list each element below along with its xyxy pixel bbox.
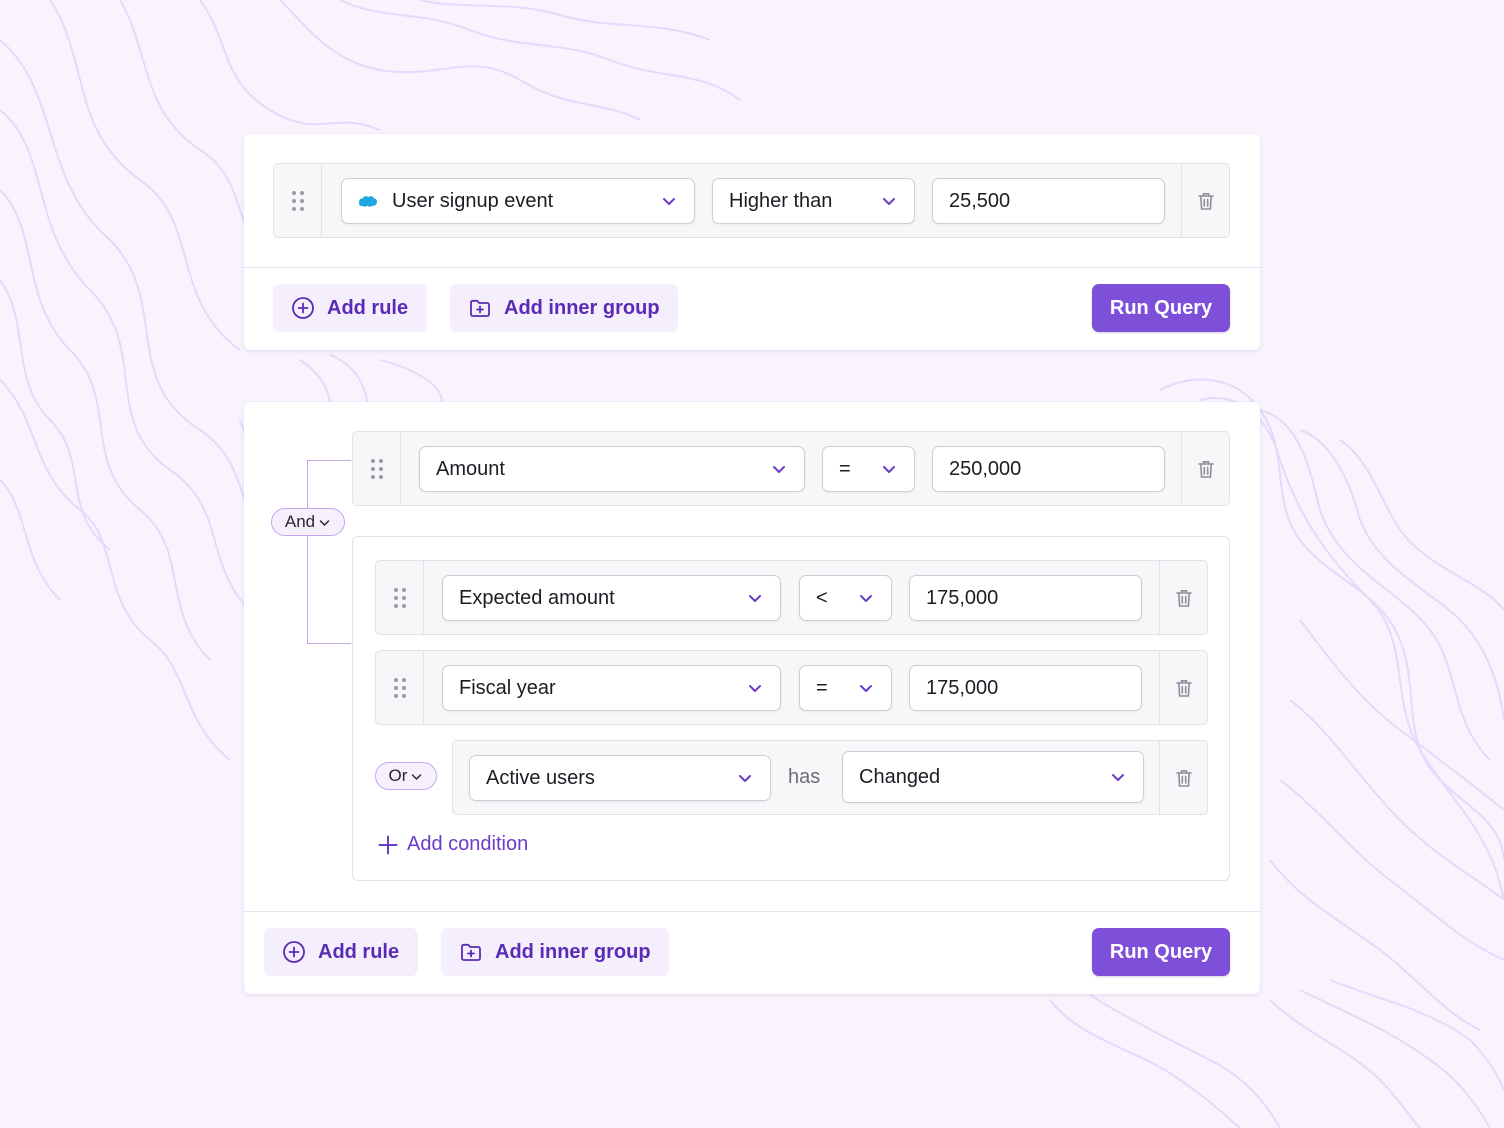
value-select-value: Changed bbox=[859, 765, 941, 788]
trash-icon bbox=[1175, 589, 1192, 607]
delete-rule-button[interactable] bbox=[1181, 432, 1229, 505]
add-inner-group-button[interactable]: Add inner group bbox=[450, 284, 678, 332]
chevron-down-icon bbox=[749, 685, 761, 692]
operator-select-value: = bbox=[816, 676, 828, 699]
plus-circle-icon bbox=[292, 297, 314, 319]
chevron-down-icon bbox=[860, 685, 872, 692]
add-rule-button[interactable]: Add rule bbox=[264, 928, 418, 976]
run-query-label: Run Query bbox=[1109, 940, 1213, 963]
add-condition-button[interactable]: Add condition bbox=[377, 833, 528, 856]
add-rule-button[interactable]: Add rule bbox=[273, 284, 427, 332]
plus-icon bbox=[378, 835, 398, 854]
rule-row: Expected amount < 175,000 bbox=[375, 560, 1208, 635]
field-select-value: Fiscal year bbox=[459, 676, 556, 699]
value-input-text: 175,000 bbox=[926, 676, 999, 699]
rule-row: Fiscal year = 175,000 bbox=[375, 650, 1208, 725]
query-builder-card-simple: User signup event Higher than 25,500 Add… bbox=[244, 134, 1260, 350]
field-select[interactable]: Amount bbox=[419, 446, 805, 492]
trash-icon bbox=[1175, 679, 1192, 697]
delete-rule-button[interactable] bbox=[1159, 741, 1207, 814]
value-input[interactable]: 25,500 bbox=[932, 178, 1165, 224]
and-combinator-select[interactable]: And bbox=[271, 508, 345, 536]
operator-select-value: < bbox=[816, 586, 828, 609]
inner-group: Expected amount < 175,000 Fiscal year = … bbox=[352, 536, 1230, 881]
field-select[interactable]: Expected amount bbox=[442, 575, 781, 621]
has-label: has bbox=[788, 766, 821, 788]
field-select[interactable]: Active users bbox=[469, 755, 771, 801]
field-select[interactable]: User signup event bbox=[341, 178, 695, 224]
operator-select-value: = bbox=[839, 457, 851, 480]
and-combinator-label: And bbox=[284, 512, 316, 531]
field-select-value: Expected amount bbox=[459, 586, 615, 609]
chevron-down-icon bbox=[1112, 774, 1124, 781]
value-input-text: 250,000 bbox=[949, 457, 1022, 480]
chevron-down-icon bbox=[773, 466, 785, 473]
operator-select-value: Higher than bbox=[729, 189, 833, 212]
rule-row-or: Active users has Changed bbox=[452, 740, 1208, 815]
operator-select[interactable]: Higher than bbox=[712, 178, 915, 224]
chevron-down-icon bbox=[860, 595, 872, 602]
drag-handle-icon[interactable] bbox=[376, 651, 424, 724]
delete-rule-button[interactable] bbox=[1159, 651, 1207, 724]
card-divider bbox=[244, 911, 1260, 912]
add-inner-group-label: Add inner group bbox=[495, 940, 651, 963]
add-rule-label: Add rule bbox=[327, 296, 409, 319]
chevron-down-icon bbox=[663, 198, 675, 205]
rule-row: Amount = 250,000 bbox=[352, 431, 1230, 506]
chevron-down-icon bbox=[412, 773, 422, 780]
add-condition-label: Add condition bbox=[407, 833, 529, 855]
run-query-button[interactable]: Run Query bbox=[1092, 928, 1230, 976]
field-select[interactable]: Fiscal year bbox=[442, 665, 781, 711]
trash-icon bbox=[1197, 460, 1214, 478]
delete-rule-button[interactable] bbox=[1159, 561, 1207, 634]
value-input-text: 175,000 bbox=[926, 586, 999, 609]
or-combinator-label: Or bbox=[388, 766, 408, 785]
field-select-value: Amount bbox=[436, 457, 505, 480]
value-input[interactable]: 175,000 bbox=[909, 665, 1142, 711]
chevron-down-icon bbox=[883, 466, 895, 473]
value-select[interactable]: Changed bbox=[842, 751, 1144, 803]
operator-select[interactable]: = bbox=[822, 446, 915, 492]
trash-icon bbox=[1175, 769, 1192, 787]
rule-row: User signup event Higher than 25,500 bbox=[273, 163, 1230, 238]
run-query-button[interactable]: Run Query bbox=[1092, 284, 1230, 332]
operator-select[interactable]: < bbox=[799, 575, 892, 621]
chevron-down-icon bbox=[749, 595, 761, 602]
plus-circle-icon bbox=[283, 941, 305, 963]
add-inner-group-button[interactable]: Add inner group bbox=[441, 928, 669, 976]
add-rule-label: Add rule bbox=[318, 940, 400, 963]
value-input[interactable]: 250,000 bbox=[932, 446, 1165, 492]
query-builder-card-grouped: And Amount = 250,000 Expected amount < 1… bbox=[244, 402, 1260, 994]
delete-rule-button[interactable] bbox=[1181, 164, 1229, 237]
run-query-label: Run Query bbox=[1109, 296, 1213, 319]
and-bracket bbox=[307, 460, 351, 644]
chevron-down-icon bbox=[739, 775, 751, 782]
drag-handle-icon[interactable] bbox=[274, 164, 322, 237]
field-select-value: Active users bbox=[486, 766, 595, 789]
field-select-value: User signup event bbox=[392, 189, 554, 212]
folder-plus-icon bbox=[461, 943, 481, 961]
drag-handle-icon[interactable] bbox=[353, 432, 401, 505]
card-divider bbox=[244, 267, 1260, 268]
add-inner-group-label: Add inner group bbox=[504, 296, 660, 319]
chevron-down-icon bbox=[883, 198, 895, 205]
folder-plus-icon bbox=[470, 299, 490, 317]
salesforce-cloud-icon bbox=[358, 196, 378, 207]
trash-icon bbox=[1197, 192, 1214, 210]
chevron-down-icon bbox=[319, 519, 330, 526]
operator-select[interactable]: = bbox=[799, 665, 892, 711]
value-input-text: 25,500 bbox=[949, 189, 1011, 212]
value-input[interactable]: 175,000 bbox=[909, 575, 1142, 621]
or-combinator-select[interactable]: Or bbox=[375, 762, 437, 790]
drag-handle-icon[interactable] bbox=[376, 561, 424, 634]
